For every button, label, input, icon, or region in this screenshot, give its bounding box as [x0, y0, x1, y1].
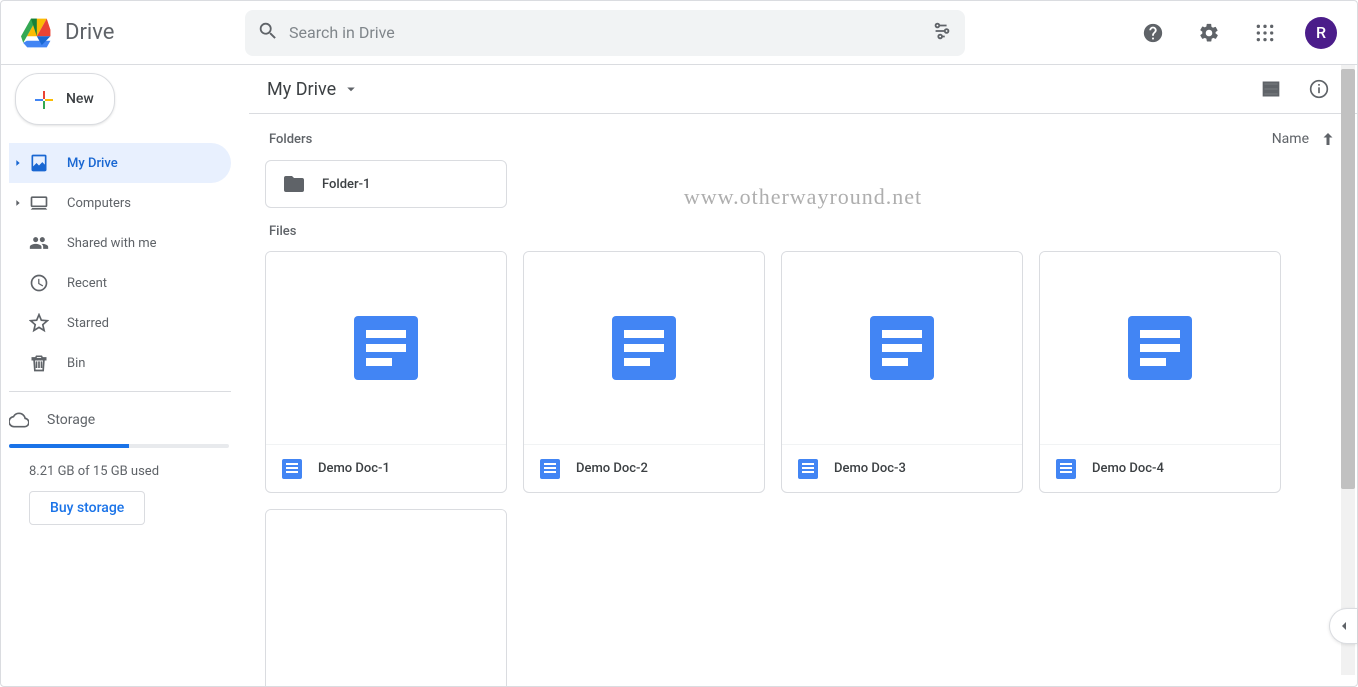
search-input[interactable] — [289, 23, 921, 42]
app-name: Drive — [65, 20, 114, 45]
help-icon[interactable] — [1133, 13, 1173, 53]
new-button-label: New — [66, 91, 94, 107]
file-card[interactable]: Demo Doc-1 — [265, 251, 507, 493]
scrollbar-thumb[interactable] — [1341, 69, 1355, 489]
apps-icon[interactable] — [1245, 13, 1285, 53]
doc-icon — [282, 459, 302, 479]
file-preview — [782, 252, 1022, 444]
storage-label: Storage — [47, 412, 95, 428]
shared-icon — [29, 233, 49, 253]
nav-label: Shared with me — [67, 236, 157, 251]
star-icon — [29, 313, 49, 333]
file-preview — [1040, 252, 1280, 444]
header: Drive R — [1, 1, 1357, 65]
nav-shared[interactable]: Shared with me — [9, 223, 231, 263]
nav-recent[interactable]: Recent — [9, 263, 231, 303]
file-card[interactable]: Demo Doc-3 — [781, 251, 1023, 493]
doc-thumb-icon — [354, 316, 418, 380]
bin-icon — [29, 353, 49, 373]
content-area: www.otherwayround.net Folders Name Folde… — [249, 113, 1357, 686]
nav-label: Starred — [67, 316, 109, 331]
breadcrumb-row: My Drive — [249, 65, 1357, 113]
info-icon[interactable] — [1301, 71, 1337, 107]
breadcrumb-title: My Drive — [267, 79, 336, 100]
storage-text: 8.21 GB of 15 GB used — [29, 464, 237, 479]
file-card[interactable] — [265, 509, 507, 686]
header-actions: R — [1133, 13, 1337, 53]
folder-card[interactable]: Folder-1 — [265, 160, 507, 208]
doc-icon — [798, 459, 818, 479]
folder-icon — [282, 172, 306, 196]
avatar[interactable]: R — [1305, 17, 1337, 49]
search-options-icon[interactable] — [931, 20, 953, 46]
files-grid: Demo Doc-1 Demo Doc-2 Demo Doc-3 Demo Do… — [265, 251, 1337, 686]
file-name: Demo Doc-2 — [576, 461, 648, 476]
file-preview — [266, 510, 506, 686]
list-view-icon[interactable] — [1253, 71, 1289, 107]
file-preview — [266, 252, 506, 444]
recent-icon — [29, 273, 49, 293]
file-name: Demo Doc-1 — [318, 461, 390, 476]
folder-name: Folder-1 — [322, 177, 370, 192]
new-button[interactable]: New — [15, 73, 115, 125]
breadcrumb[interactable]: My Drive — [261, 75, 366, 104]
arrow-right-icon — [13, 158, 23, 168]
arrow-right-icon — [13, 198, 23, 208]
doc-thumb-icon — [612, 316, 676, 380]
nav-storage[interactable]: Storage — [9, 400, 249, 440]
doc-thumb-icon — [870, 316, 934, 380]
nav: My Drive Computers Shared with me Recent… — [9, 143, 249, 440]
nav-bin[interactable]: Bin — [9, 343, 231, 383]
sort-control[interactable]: Name — [1272, 130, 1337, 148]
main: My Drive www.otherwayround.net Folders N… — [249, 65, 1357, 686]
file-card[interactable]: Demo Doc-2 — [523, 251, 765, 493]
nav-computers[interactable]: Computers — [9, 183, 231, 223]
buy-storage-button[interactable]: Buy storage — [29, 491, 145, 525]
settings-icon[interactable] — [1189, 13, 1229, 53]
files-heading: Files — [269, 224, 296, 239]
cloud-icon — [9, 410, 29, 430]
nav-my-drive[interactable]: My Drive — [9, 143, 231, 183]
dropdown-icon — [342, 80, 360, 98]
nav-label: Recent — [67, 276, 107, 291]
file-name: Demo Doc-3 — [834, 461, 906, 476]
folders-grid: Folder-1 — [265, 160, 1337, 208]
nav-label: Bin — [67, 356, 85, 371]
chevron-left-icon — [1336, 618, 1352, 634]
file-preview — [524, 252, 764, 444]
logo-section[interactable]: Drive — [17, 13, 237, 53]
file-name: Demo Doc-4 — [1092, 461, 1164, 476]
search-icon — [257, 20, 279, 46]
doc-thumb-icon — [1128, 316, 1192, 380]
file-card[interactable]: Demo Doc-4 — [1039, 251, 1281, 493]
nav-label: My Drive — [67, 156, 118, 171]
computers-icon — [29, 193, 49, 213]
doc-icon — [540, 459, 560, 479]
sort-label: Name — [1272, 131, 1309, 147]
sidebar: New My Drive Computers Shared with me Re… — [1, 65, 249, 686]
my-drive-icon — [29, 153, 49, 173]
side-panel-toggle[interactable] — [1329, 608, 1357, 644]
drive-logo-icon — [17, 13, 57, 53]
storage-bar — [9, 444, 229, 448]
plus-icon — [32, 88, 54, 110]
sort-arrow-up-icon — [1319, 130, 1337, 148]
folders-heading: Folders — [269, 132, 312, 147]
nav-starred[interactable]: Starred — [9, 303, 231, 343]
search-bar[interactable] — [245, 10, 965, 56]
nav-label: Computers — [67, 196, 131, 211]
doc-icon — [1056, 459, 1076, 479]
